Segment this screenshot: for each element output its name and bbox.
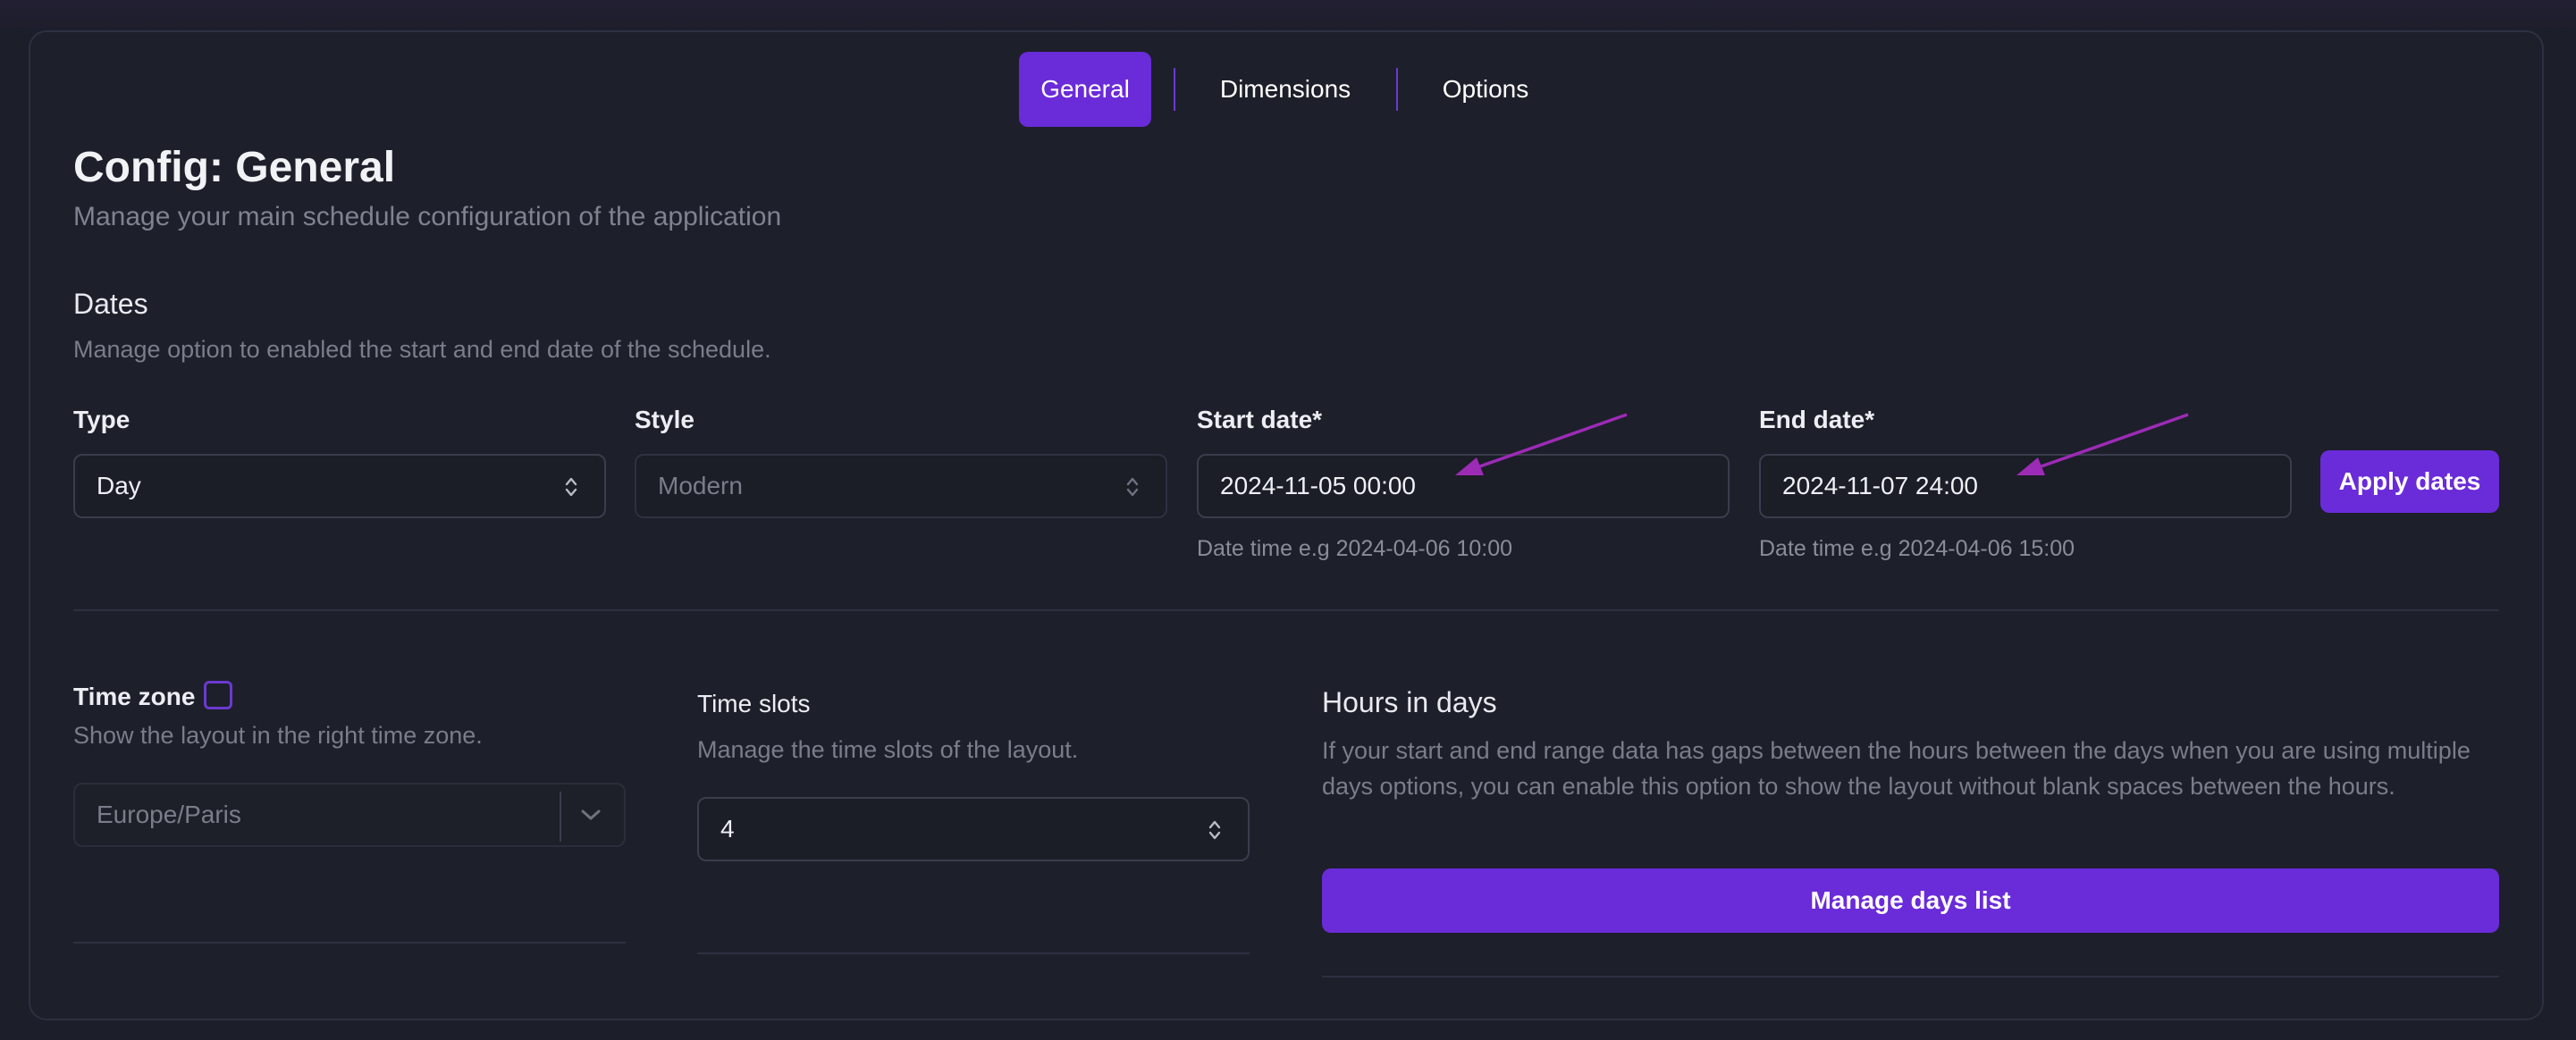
hours-in-days-divider: [1322, 976, 2499, 977]
type-select-value: Day: [97, 472, 141, 499]
type-label: Type: [73, 406, 130, 433]
start-date-value: 2024-11-05 00:00: [1220, 472, 1416, 499]
up-down-chevron-icon: [565, 477, 577, 497]
tab-divider: [1174, 68, 1175, 111]
time-slots-description: Manage the time slots of the layout.: [697, 736, 1079, 763]
dates-section-title: Dates: [73, 288, 148, 320]
tab-dimensions[interactable]: Dimensions: [1196, 52, 1375, 127]
annotation-arrow-end-icon: [2016, 413, 2189, 475]
up-down-chevron-icon: [1126, 477, 1139, 497]
hours-in-days-title: Hours in days: [1322, 686, 1497, 718]
style-label: Style: [635, 406, 695, 433]
end-date-value: 2024-11-07 24:00: [1782, 472, 1978, 499]
dates-section-description: Manage option to enabled the start and e…: [73, 336, 771, 363]
end-date-label: End date*: [1759, 406, 1875, 433]
timezone-checkbox[interactable]: [204, 681, 232, 709]
timezone-select-value: Europe/Paris: [97, 801, 241, 828]
time-slots-label: Time slots: [697, 690, 811, 717]
tab-bar: General Dimensions Options: [0, 52, 2576, 127]
type-select[interactable]: Day: [73, 454, 606, 518]
style-select-value: Modern: [658, 472, 743, 499]
annotation-arrow-start-icon: [1455, 413, 1628, 475]
style-select[interactable]: Modern: [635, 454, 1167, 518]
select-separator: [560, 792, 561, 842]
time-slots-value: 4: [720, 815, 735, 843]
timezone-select[interactable]: Europe/Paris: [73, 783, 626, 847]
hours-in-days-description: If your start and end range data has gap…: [1322, 737, 2471, 800]
timezone-divider: [73, 942, 626, 944]
time-slots-divider: [697, 952, 1250, 954]
start-date-label: Start date*: [1197, 406, 1323, 433]
apply-dates-button[interactable]: Apply dates: [2320, 450, 2499, 513]
timezone-label: Time zone: [73, 683, 196, 710]
end-date-help: Date time e.g 2024-04-06 15:00: [1759, 536, 2075, 561]
section-divider: [73, 609, 2499, 611]
tab-divider: [1396, 68, 1398, 111]
tab-general[interactable]: General: [1019, 52, 1151, 127]
time-slots-select[interactable]: 4: [697, 797, 1250, 861]
page-subtitle: Manage your main schedule configuration …: [73, 202, 782, 231]
page-title: Config: General: [73, 144, 396, 191]
chevron-down-icon[interactable]: [579, 806, 602, 824]
start-date-help: Date time e.g 2024-04-06 10:00: [1197, 536, 1513, 561]
tab-options[interactable]: Options: [1423, 52, 1548, 127]
up-down-chevron-icon: [1208, 820, 1221, 840]
timezone-description: Show the layout in the right time zone.: [73, 722, 483, 749]
manage-days-list-button[interactable]: Manage days list: [1322, 868, 2499, 933]
